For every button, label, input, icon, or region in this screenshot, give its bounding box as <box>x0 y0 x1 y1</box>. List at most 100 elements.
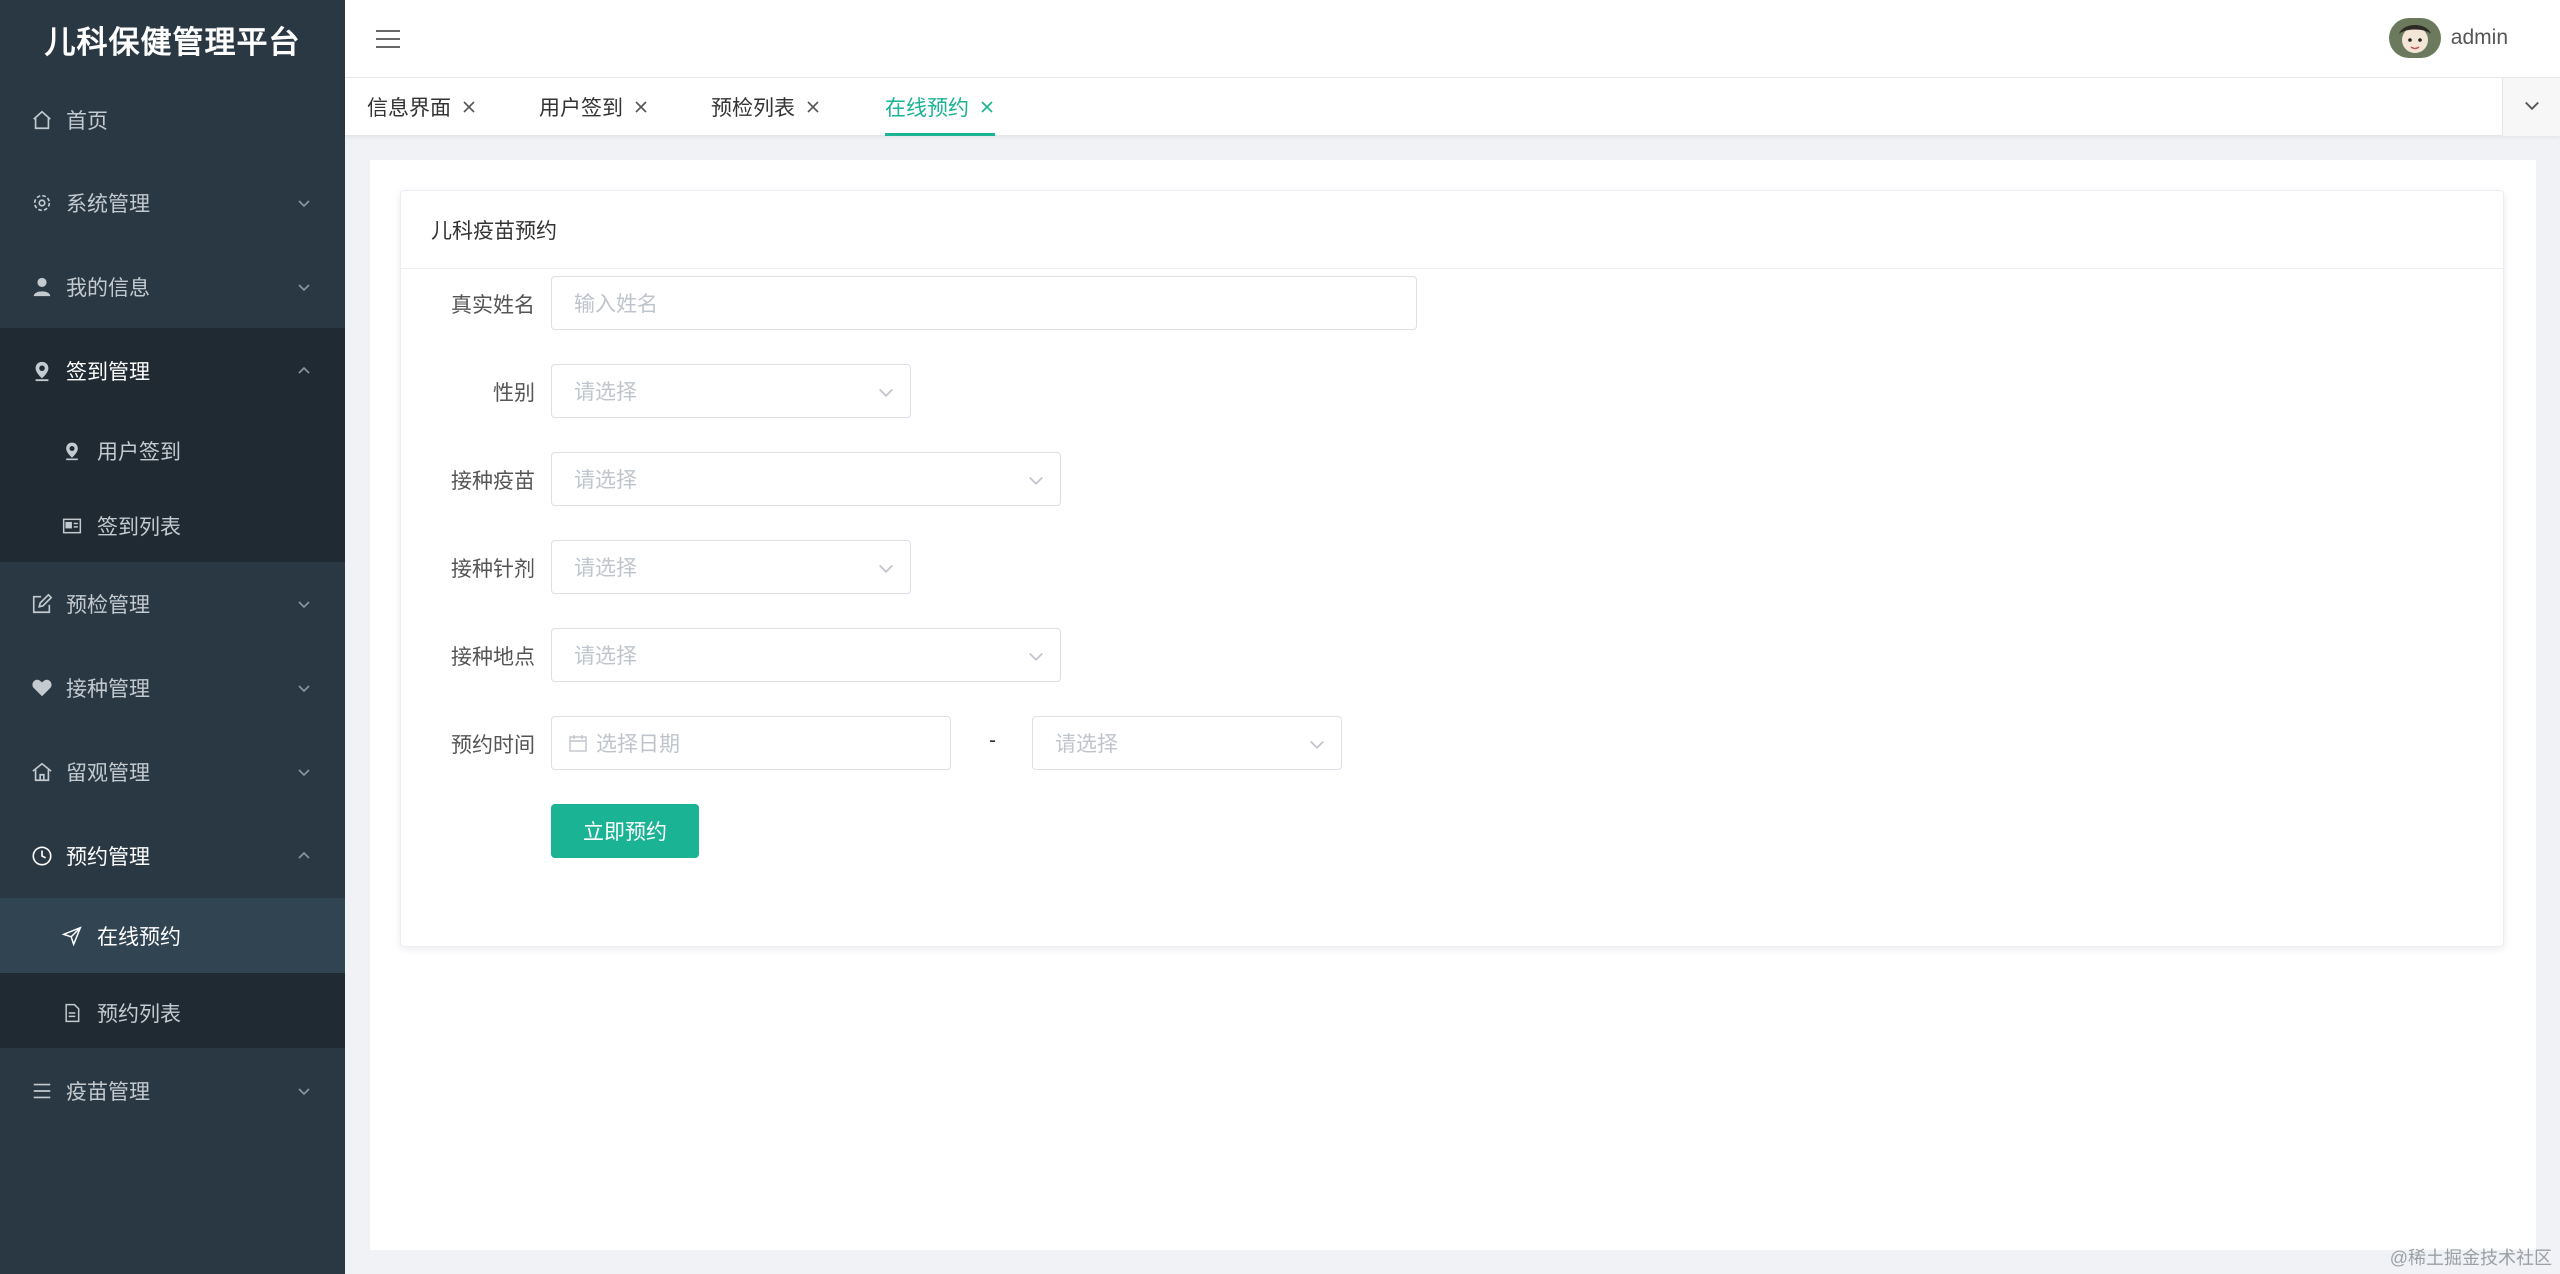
home-icon <box>30 108 54 132</box>
submit-appointment-button[interactable]: 立即预约 <box>551 804 699 858</box>
sidebar-item-vaccine[interactable]: 疫苗管理 <box>0 1063 345 1119</box>
sidebar-item-label: 用户签到 <box>97 441 181 464</box>
name-input[interactable]: 输入姓名 <box>551 276 1417 330</box>
sidebar-item-label: 接种管理 <box>66 678 150 701</box>
user-menu[interactable]: admin <box>2388 18 2508 58</box>
location-pin-icon <box>60 439 84 463</box>
main-content: 儿科疫苗预约 真实姓名 输入姓名 性别 请选择 接种疫苗 请选择 接种针剂 请选… <box>370 160 2536 1250</box>
username[interactable]: admin <box>2451 26 2508 50</box>
sidebar-item-appointment-list[interactable]: 预约列表 <box>0 985 345 1041</box>
chevron-down-icon <box>295 763 313 781</box>
menu-toggle-icon[interactable] <box>375 27 401 51</box>
sidebar-item-label: 系统管理 <box>66 193 150 216</box>
chevron-down-icon <box>1026 470 1046 490</box>
sidebar-item-appointment[interactable]: 预约管理 <box>0 828 345 884</box>
gender-label: 性别 <box>493 382 535 405</box>
user-icon <box>30 275 54 299</box>
tab-label: 在线预约 <box>885 97 969 120</box>
slot-placeholder: 请选择 <box>1055 733 1118 756</box>
location-label: 接种地点 <box>451 646 535 669</box>
sidebar-item-label: 我的信息 <box>66 277 150 300</box>
chevron-down-icon <box>1026 646 1046 666</box>
location-select[interactable]: 请选择 <box>551 628 1061 682</box>
chevron-down-icon <box>2522 95 2542 120</box>
document-icon <box>60 1001 84 1025</box>
vaccine-select[interactable]: 请选择 <box>551 452 1061 506</box>
tabs-bar: 信息界面 用户签到 预检列表 在线预约 <box>345 78 2560 136</box>
sidebar-item-label: 留观管理 <box>66 762 150 785</box>
sidebar-item-online-appointment[interactable]: 在线预约 <box>0 898 345 973</box>
chevron-down-icon <box>295 1082 313 1100</box>
name-placeholder: 输入姓名 <box>574 293 658 316</box>
clock-icon <box>30 844 54 868</box>
tab-info[interactable]: 信息界面 <box>367 78 477 136</box>
chevron-down-icon <box>1307 734 1327 754</box>
tabs-more-button[interactable] <box>2502 78 2560 136</box>
sidebar-item-checkin-list[interactable]: 签到列表 <box>0 498 345 554</box>
id-card-icon <box>60 514 84 538</box>
tab-label: 信息界面 <box>367 97 451 120</box>
sidebar-item-label: 在线预约 <box>97 925 181 949</box>
sidebar: 儿科保健管理平台 首页 系统管理 我的信息 签到管理 用户签到 签到列表 预检管… <box>0 0 345 1274</box>
avatar[interactable] <box>2388 18 2441 58</box>
date-placeholder: 选择日期 <box>596 733 680 756</box>
sidebar-item-observation[interactable]: 留观管理 <box>0 744 345 800</box>
sidebar-item-home[interactable]: 首页 <box>0 92 345 148</box>
dose-select[interactable]: 请选择 <box>551 540 911 594</box>
close-icon[interactable] <box>805 99 821 115</box>
vaccine-label: 接种疫苗 <box>451 470 535 493</box>
chevron-down-icon <box>295 595 313 613</box>
tab-label: 预检列表 <box>711 97 795 120</box>
gender-select[interactable]: 请选择 <box>551 364 911 418</box>
vaccine-placeholder: 请选择 <box>574 469 637 492</box>
date-picker[interactable]: 选择日期 <box>551 716 951 770</box>
location-pin-icon <box>30 359 54 383</box>
chevron-down-icon <box>295 278 313 296</box>
sidebar-item-precheck[interactable]: 预检管理 <box>0 576 345 632</box>
calendar-icon <box>568 733 588 753</box>
sidebar-item-vaccination[interactable]: 接种管理 <box>0 660 345 716</box>
gear-icon <box>30 191 54 215</box>
tab-precheck-list[interactable]: 预检列表 <box>711 78 821 136</box>
sidebar-item-user-checkin[interactable]: 用户签到 <box>0 423 345 479</box>
name-label: 真实姓名 <box>451 294 535 317</box>
sidebar-item-label: 预约管理 <box>66 846 150 869</box>
tab-label: 用户签到 <box>539 97 623 120</box>
tab-user-checkin[interactable]: 用户签到 <box>539 78 649 136</box>
close-icon[interactable] <box>461 99 477 115</box>
sidebar-item-my-info[interactable]: 我的信息 <box>0 259 345 315</box>
time-separator: - <box>989 729 996 752</box>
house-icon <box>30 760 54 784</box>
chevron-down-icon <box>876 558 896 578</box>
card-title: 儿科疫苗预约 <box>401 191 2503 269</box>
sidebar-item-label: 签到管理 <box>66 361 150 384</box>
dose-label: 接种针剂 <box>451 558 535 581</box>
chevron-down-icon <box>295 679 313 697</box>
tab-online-appointment[interactable]: 在线预约 <box>885 78 995 136</box>
watermark: @稀土掘金技术社区 <box>2389 1248 2552 1268</box>
close-icon[interactable] <box>979 99 995 115</box>
time-slot-select[interactable]: 请选择 <box>1032 716 1342 770</box>
top-header: admin <box>345 0 2560 78</box>
chevron-down-icon <box>876 382 896 402</box>
close-icon[interactable] <box>633 99 649 115</box>
appointment-card: 儿科疫苗预约 真实姓名 输入姓名 性别 请选择 接种疫苗 请选择 接种针剂 请选… <box>400 190 2504 947</box>
chevron-up-icon <box>295 362 313 380</box>
send-icon <box>60 924 84 948</box>
chevron-up-icon <box>295 847 313 865</box>
gender-placeholder: 请选择 <box>574 381 637 404</box>
sidebar-item-label: 首页 <box>66 110 108 133</box>
list-icon <box>30 1079 54 1103</box>
edit-icon <box>30 592 54 616</box>
heart-icon <box>30 676 54 700</box>
brand-title: 儿科保健管理平台 <box>44 24 301 60</box>
sidebar-item-system[interactable]: 系统管理 <box>0 175 345 231</box>
sidebar-item-label: 预检管理 <box>66 594 150 617</box>
sidebar-item-label: 疫苗管理 <box>66 1081 150 1104</box>
sidebar-item-label: 签到列表 <box>97 516 181 539</box>
location-placeholder: 请选择 <box>574 645 637 668</box>
sidebar-item-checkin[interactable]: 签到管理 <box>0 343 345 399</box>
time-label: 预约时间 <box>451 734 535 757</box>
chevron-down-icon <box>295 194 313 212</box>
dose-placeholder: 请选择 <box>574 557 637 580</box>
